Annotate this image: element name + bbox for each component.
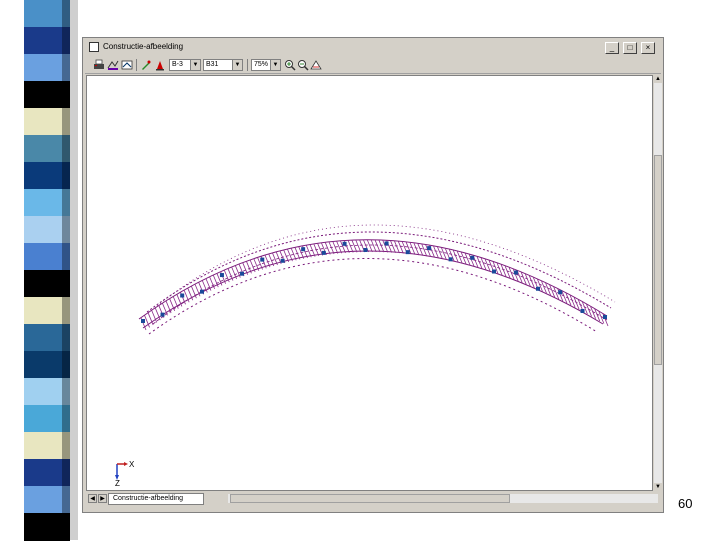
prev-sheet-icon[interactable]: ◀ bbox=[88, 494, 97, 503]
arch-node bbox=[580, 308, 585, 313]
arch-node bbox=[448, 257, 453, 262]
window-icon bbox=[89, 42, 99, 52]
construction-window: Constructie-afbeelding _ □ × B-3 ▼ B31 ▼ 7… bbox=[82, 37, 664, 513]
hatch-mark bbox=[290, 248, 297, 261]
marker-icon[interactable] bbox=[154, 59, 166, 71]
zoom-select[interactable]: 75% ▼ bbox=[251, 59, 281, 71]
hatch-mark bbox=[332, 241, 339, 254]
stripe-shadow-inner bbox=[62, 0, 70, 540]
arch-node bbox=[427, 246, 432, 251]
arch-node bbox=[342, 241, 347, 246]
toolbar-separator bbox=[247, 59, 248, 71]
print-icon[interactable] bbox=[93, 59, 105, 71]
arch-node bbox=[260, 257, 265, 262]
arch-node bbox=[321, 250, 326, 255]
vertical-scroll-thumb[interactable] bbox=[654, 155, 662, 365]
window-title: Constructie-afbeelding bbox=[103, 42, 184, 51]
bottom-bar: ◀ ▶ Constructie-afbeelding bbox=[86, 493, 662, 505]
arch-node bbox=[535, 286, 540, 291]
chevron-down-icon[interactable]: ▼ bbox=[232, 60, 242, 70]
arch-node bbox=[180, 293, 185, 298]
axis-x-label: X bbox=[129, 460, 135, 469]
arch-node bbox=[240, 271, 245, 276]
arch-node bbox=[470, 255, 475, 260]
restore-button[interactable]: □ bbox=[623, 42, 637, 54]
toolbar-separator bbox=[136, 59, 137, 71]
arch-node bbox=[219, 273, 224, 278]
sheet-tab[interactable]: Constructie-afbeelding bbox=[108, 493, 204, 505]
combo-select-2[interactable]: B31 ▼ bbox=[203, 59, 243, 71]
arch-node bbox=[301, 247, 306, 252]
drawing-canvas[interactable]: X Z bbox=[86, 75, 653, 491]
hatch-mark bbox=[328, 241, 335, 255]
arch-node bbox=[492, 269, 497, 274]
arch-hatch-marks bbox=[140, 239, 609, 331]
toolbar: B-3 ▼ B31 ▼ 75% ▼ bbox=[85, 57, 661, 74]
title-bar[interactable]: Constructie-afbeelding _ □ × bbox=[85, 40, 661, 56]
chevron-down-icon[interactable]: ▼ bbox=[270, 60, 280, 70]
pencil-icon[interactable] bbox=[140, 59, 152, 71]
zoom-in-icon[interactable] bbox=[284, 59, 296, 71]
arch-node bbox=[363, 248, 368, 252]
horizontal-scrollbar[interactable] bbox=[228, 494, 658, 503]
vertical-scrollbar[interactable]: ▲ ▼ bbox=[654, 75, 662, 491]
arch-node bbox=[160, 312, 165, 317]
arch-node bbox=[513, 270, 518, 275]
tool-icon-1[interactable] bbox=[107, 59, 119, 71]
hatch-mark bbox=[313, 243, 320, 257]
arch-node bbox=[603, 315, 607, 319]
arch-node bbox=[141, 319, 145, 323]
horizontal-scroll-thumb[interactable] bbox=[230, 494, 510, 503]
arch-node bbox=[280, 258, 285, 263]
axis-z-label: Z bbox=[115, 479, 120, 488]
combo-1-value: B-3 bbox=[172, 61, 183, 68]
arch-drawing bbox=[115, 224, 616, 480]
tool-icon-2[interactable] bbox=[121, 59, 133, 71]
hatch-mark bbox=[336, 241, 343, 254]
scroll-up-icon[interactable]: ▲ bbox=[654, 75, 662, 83]
chevron-down-icon[interactable]: ▼ bbox=[190, 60, 200, 70]
scroll-down-icon[interactable]: ▼ bbox=[654, 483, 662, 491]
page-number: 60 bbox=[678, 496, 693, 511]
arch-node bbox=[405, 250, 410, 255]
fit-view-icon[interactable] bbox=[310, 59, 322, 71]
sheet-tab-label: Constructie-afbeelding bbox=[113, 495, 184, 502]
arch-node bbox=[558, 290, 563, 295]
combo-select-1[interactable]: B-3 ▼ bbox=[169, 59, 201, 71]
arch-node bbox=[199, 289, 204, 294]
zoom-out-icon[interactable] bbox=[297, 59, 309, 71]
arch-nodes bbox=[141, 241, 607, 323]
arch-node bbox=[384, 241, 389, 246]
axis-indicator bbox=[115, 462, 128, 480]
combo-2-value: B31 bbox=[206, 61, 219, 68]
next-sheet-icon[interactable]: ▶ bbox=[98, 494, 107, 503]
stripe-shadow bbox=[70, 0, 78, 540]
close-button[interactable]: × bbox=[641, 42, 655, 54]
zoom-value: 75% bbox=[254, 61, 269, 68]
minimize-button[interactable]: _ bbox=[605, 42, 619, 54]
